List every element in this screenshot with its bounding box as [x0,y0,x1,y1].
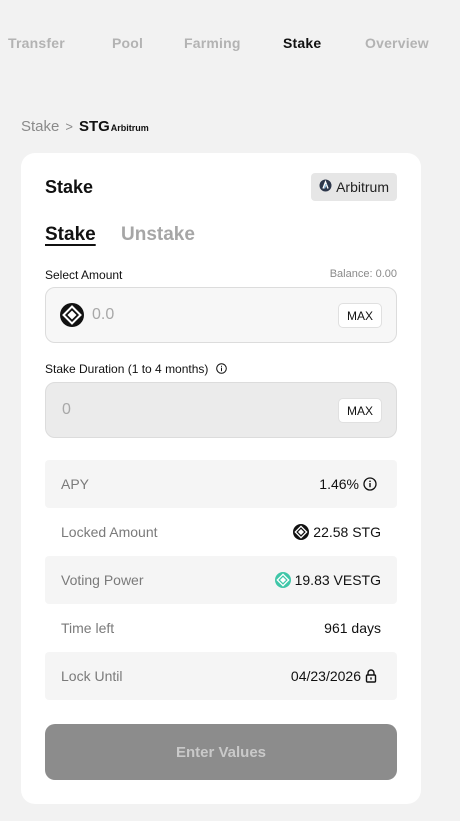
stake-duration-label-text: Stake Duration (1 to 4 months) [45,362,209,376]
select-amount-label: Select Amount [45,268,123,282]
stat-label: Locked Amount [61,524,158,540]
time-left-value: 961 days [324,620,381,636]
stake-card: Stake Arbitrum Stake Unstake Select Amou… [21,153,421,804]
arbitrum-icon [319,179,336,195]
stat-value: 19.83 VESTG [271,572,381,588]
nav-item-overview[interactable]: Overview [365,35,429,51]
stat-label: Lock Until [61,668,123,684]
top-nav: Transfer Pool Farming Stake Overview [0,30,460,56]
nav-item-farming[interactable]: Farming [184,35,241,51]
info-icon[interactable] [363,477,377,491]
stat-label: APY [61,476,90,492]
amount-input-placeholder: 0.0 [92,306,115,323]
stat-row-voting-power: Voting Power 19.83 VESTG [45,556,397,604]
amount-max-button[interactable]: MAX [338,303,382,328]
lock-until-value: 04/23/2026 [290,668,361,684]
amount-input[interactable]: 0.0 MAX [45,287,397,343]
stat-row-locked-amount: Locked Amount 22.58 STG [45,508,397,556]
nav-item-pool[interactable]: Pool [112,35,143,51]
tab-unstake[interactable]: Unstake [121,224,195,246]
stat-value: 1.46% [319,476,381,492]
voting-power-value: 19.83 VESTG [294,572,381,588]
breadcrumb-stake-link[interactable]: Stake [21,118,59,135]
stg-token-icon [60,303,84,332]
stat-row-time-left: Time left 961 days [45,604,397,652]
breadcrumb-token: STG [78,118,110,135]
vestg-token-icon [274,572,291,588]
breadcrumb-separator: > [65,119,73,134]
info-icon[interactable] [215,363,227,377]
apy-value: 1.46% [319,476,359,492]
nav-item-stake[interactable]: Stake [283,35,321,51]
duration-input-placeholder: 0 [62,401,71,418]
stat-label: Voting Power [61,572,144,588]
stat-row-apy: APY 1.46% [45,460,397,508]
chain-badge-label: Arbitrum [336,179,389,195]
locked-amount-value: 22.58 STG [313,524,381,540]
stake-duration-label: Stake Duration (1 to 4 months) [45,362,227,377]
stg-token-icon [293,524,310,540]
stake-stats: APY 1.46% Locked Amount 22.58 STG Voting… [45,460,397,700]
lock-icon [365,669,377,683]
card-title: Stake [45,177,94,197]
enter-values-button[interactable]: Enter Values [45,724,397,780]
breadcrumb-chain: Arbitrum [110,123,149,133]
nav-item-transfer[interactable]: Transfer [8,35,65,51]
balance-text: Balance: 0.00 [329,268,397,280]
stat-row-lock-until: Lock Until 04/23/2026 [45,652,397,700]
chain-badge: Arbitrum [311,173,397,201]
stat-value: 04/23/2026 [291,668,381,684]
duration-max-button[interactable]: MAX [338,398,382,423]
stat-value: 22.58 STG [289,524,381,540]
duration-input[interactable]: 0 MAX [45,382,397,438]
stat-label: Time left [61,620,115,636]
tab-stake[interactable]: Stake [45,224,96,246]
breadcrumb: Stake > STG Arbitrum [21,118,149,140]
